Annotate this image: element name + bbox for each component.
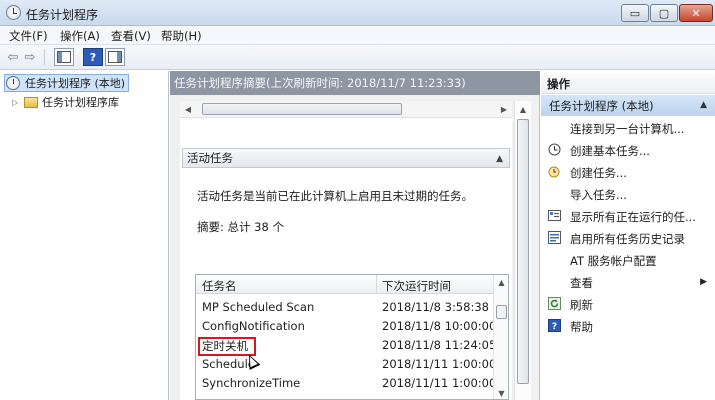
- action-label: AT 服务帐户配置: [570, 254, 657, 268]
- task-name: ConfigNotification: [202, 319, 305, 333]
- tree-item-root[interactable]: 任务计划程序 (本地): [4, 74, 130, 92]
- close-icon: ✕: [691, 6, 701, 20]
- back-arrow-icon[interactable]: ⇦: [5, 48, 21, 66]
- section-title: 活动任务: [187, 151, 233, 165]
- table-vertical-scrollbar[interactable]: ▲ ▼: [493, 275, 508, 399]
- svg-text:?: ?: [552, 322, 557, 332]
- action-label: 启用所有任务历史记录: [570, 232, 685, 246]
- show-hide-action-pane-icon[interactable]: [105, 48, 125, 66]
- submenu-arrow-icon: ▶: [700, 277, 707, 287]
- scroll-thumb[interactable]: [517, 119, 529, 384]
- history-icon: [548, 231, 561, 244]
- menu-bar: 文件(F) 操作(A) 查看(V) 帮助(H): [0, 26, 715, 45]
- active-tasks-table: 任务名 下次运行时间 MP Scheduled Scan 2018/11/8 3…: [195, 274, 509, 400]
- action-at-service-config[interactable]: AT 服务帐户配置: [541, 249, 715, 271]
- tree-item-label: 任务计划程序 (本地): [25, 77, 126, 90]
- collapse-icon[interactable]: ▲: [496, 154, 503, 164]
- column-divider[interactable]: [376, 275, 377, 294]
- scroll-left-icon[interactable]: ◀: [180, 101, 196, 117]
- expand-arrow-icon[interactable]: ▷: [12, 98, 20, 107]
- clock-icon: [6, 76, 20, 90]
- action-create-task[interactable]: 创建任务...: [541, 161, 715, 183]
- scroll-right-icon[interactable]: ▶: [496, 101, 512, 117]
- action-create-basic-task[interactable]: 创建基本任务...: [541, 139, 715, 161]
- summary-pane: 任务计划程序摘要(上次刷新时间: 2018/11/7 11:23:33) ◀ ▶…: [170, 71, 540, 400]
- action-label: 刷新: [570, 298, 593, 312]
- next-run-time: 2018/11/8 3:58:38: [382, 300, 489, 314]
- help-icon[interactable]: ?: [83, 48, 103, 66]
- forward-arrow-icon[interactable]: ⇨: [22, 48, 38, 66]
- scroll-up-icon[interactable]: ▲: [494, 275, 508, 290]
- action-view[interactable]: 查看 ▶: [541, 271, 715, 293]
- table-row[interactable]: MP Scheduled Scan 2018/11/8 3:58:38: [196, 297, 493, 316]
- highlight-annotation: [198, 337, 256, 356]
- action-enable-task-history[interactable]: 启用所有任务历史记录: [541, 227, 715, 249]
- action-show-running-tasks[interactable]: 显示所有正在运行的任...: [541, 205, 715, 227]
- actions-subheader[interactable]: 任务计划程序 (本地) ▲: [541, 95, 715, 116]
- window-title: 任务计划程序: [26, 8, 99, 22]
- minimize-button[interactable]: ▭: [621, 4, 649, 22]
- basic-task-icon: [548, 143, 561, 156]
- next-run-time: 2018/11/8 10:00:00: [382, 319, 497, 333]
- task-name: SynchronizeTime: [202, 376, 301, 390]
- menu-file[interactable]: 文件(F): [9, 28, 48, 44]
- vertical-scrollbar[interactable]: ▲: [514, 101, 531, 400]
- tree-item-library[interactable]: ▷ 任务计划程序库: [12, 93, 119, 111]
- toolbar-divider: [44, 49, 45, 65]
- folder-icon: [24, 96, 38, 108]
- horizontal-scrollbar[interactable]: ◀ ▶: [180, 101, 512, 118]
- action-label: 连接到另一台计算机...: [570, 122, 685, 136]
- maximize-button[interactable]: ▢: [650, 4, 678, 22]
- action-label: 导入任务...: [570, 188, 627, 202]
- action-label: 查看: [570, 276, 593, 290]
- actions-subheader-label: 任务计划程序 (本地): [549, 98, 654, 113]
- table-row[interactable]: ConfigNotification 2018/11/8 10:00:00: [196, 316, 497, 335]
- active-tasks-section-header[interactable]: 活动任务 ▲: [182, 148, 510, 168]
- actions-header: 操作: [541, 74, 715, 94]
- scroll-thumb[interactable]: [496, 305, 507, 319]
- action-connect-computer[interactable]: 连接到另一台计算机...: [541, 117, 715, 139]
- summary-header: 任务计划程序摘要(上次刷新时间: 2018/11/7 11:23:33): [170, 71, 540, 95]
- table-row[interactable]: Schedule 2018/11/11 1:00:00: [196, 354, 497, 373]
- show-hide-tree-icon[interactable]: [54, 48, 74, 66]
- clock-icon: [6, 5, 21, 20]
- close-button[interactable]: ✕: [679, 4, 713, 22]
- column-header-task-name[interactable]: 任务名: [202, 278, 237, 294]
- create-task-icon: [548, 165, 561, 178]
- action-label: 创建基本任务...: [570, 144, 650, 158]
- action-import-task[interactable]: 导入任务...: [541, 183, 715, 205]
- action-refresh[interactable]: 刷新: [541, 293, 715, 315]
- menu-help[interactable]: 帮助(H): [161, 28, 202, 44]
- task-summary: 摘要: 总计 38 个: [197, 220, 284, 234]
- action-help[interactable]: ? 帮助: [541, 315, 715, 337]
- next-run-time: 2018/11/8 11:24:05: [382, 338, 497, 352]
- title-bar: 任务计划程序 ▭ ▢ ✕: [0, 0, 715, 26]
- toolbar: ⇦ ⇨ ?: [0, 45, 715, 70]
- column-header-next-run[interactable]: 下次运行时间: [382, 278, 451, 294]
- next-run-time: 2018/11/11 1:00:00: [382, 376, 497, 390]
- minimize-icon: ▭: [629, 6, 641, 20]
- running-tasks-icon: [548, 209, 561, 222]
- menu-view[interactable]: 查看(V): [111, 28, 151, 44]
- scroll-up-icon[interactable]: ▲: [515, 101, 531, 117]
- collapse-icon[interactable]: ▲: [700, 100, 707, 110]
- refresh-icon: [548, 297, 561, 310]
- task-name: MP Scheduled Scan: [202, 300, 315, 314]
- scroll-thumb[interactable]: [202, 103, 402, 115]
- table-header: 任务名 下次运行时间: [196, 275, 493, 294]
- action-label: 显示所有正在运行的任...: [570, 210, 696, 224]
- maximize-icon: ▢: [658, 6, 670, 20]
- next-run-time: 2018/11/11 1:00:00: [382, 357, 497, 371]
- actions-pane: 操作 任务计划程序 (本地) ▲ 连接到另一台计算机... 创建基本任务... …: [541, 71, 715, 400]
- action-label: 帮助: [570, 320, 593, 334]
- navigation-tree: 任务计划程序 (本地) ▷ 任务计划程序库: [0, 71, 169, 400]
- tree-item-label: 任务计划程序库: [42, 96, 119, 109]
- table-row[interactable]: SynchronizeTime 2018/11/11 1:00:00: [196, 373, 497, 392]
- scroll-down-icon[interactable]: ▼: [494, 386, 508, 399]
- menu-action[interactable]: 操作(A): [60, 28, 100, 44]
- help-icon: ?: [548, 319, 561, 332]
- active-tasks-description: 活动任务是当前已在此计算机上启用且未过期的任务。: [197, 189, 473, 203]
- action-label: 创建任务...: [570, 166, 627, 180]
